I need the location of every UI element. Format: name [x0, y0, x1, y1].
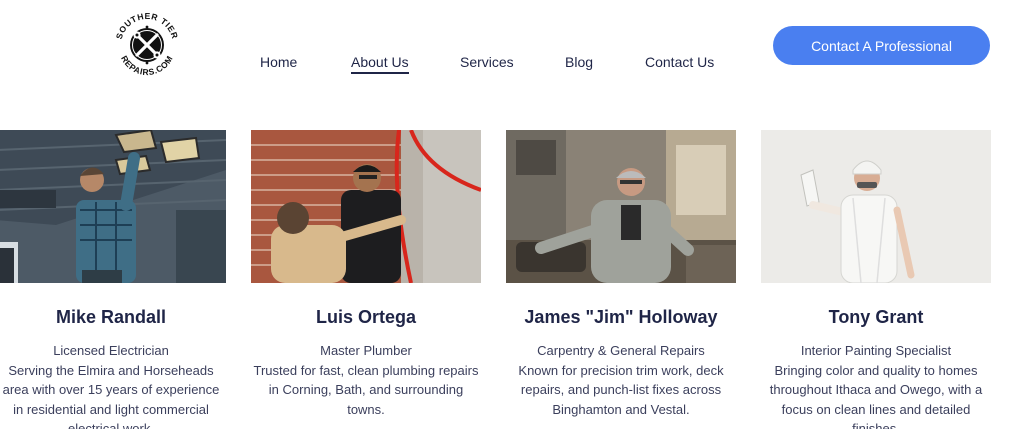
team-card-luis-ortega: Luis Ortega Master Plumber Trusted for f…: [251, 130, 481, 419]
member-role: Master Plumber: [320, 343, 412, 358]
member-name: Mike Randall: [55, 307, 167, 327]
member-name: Luis Ortega: [315, 307, 417, 327]
site-logo[interactable]: SOUTHER TIER REPAIRS.COM: [108, 6, 186, 84]
member-description: Serving the Elmira and Horseheads area w…: [2, 362, 220, 429]
nav-about-us[interactable]: About Us: [351, 54, 409, 74]
logo-emblem: SOUTHER TIER REPAIRS.COM: [114, 11, 180, 77]
member-description: Bringing color and quality to homes thro…: [769, 362, 983, 429]
jim-holloway-photo: [506, 130, 736, 283]
contact-professional-button[interactable]: Contact A Professional: [773, 26, 990, 65]
nav-blog[interactable]: Blog: [565, 54, 593, 70]
nav-home[interactable]: Home: [260, 54, 297, 70]
mike-randall-photo: [0, 130, 226, 283]
member-name: James "Jim" Holloway: [524, 307, 718, 327]
member-role: Carpentry & General Repairs: [537, 343, 705, 358]
member-name: Tony Grant: [828, 307, 924, 327]
team-card-tony-grant: Tony Grant Interior Painting Specialist …: [761, 130, 991, 429]
tony-grant-photo: [761, 130, 991, 283]
nav-contact-us[interactable]: Contact Us: [645, 54, 714, 70]
crossed-wrench-screwdriver-icon: [130, 25, 164, 65]
member-role: Licensed Electrician: [53, 343, 169, 358]
team-card-mike-randall: Mike Randall Licensed Electrician Servin…: [0, 130, 226, 429]
team-card-jim-holloway: James "Jim" Holloway Carpentry & General…: [506, 130, 736, 419]
member-role: Interior Painting Specialist: [800, 343, 952, 358]
nav-services[interactable]: Services: [460, 54, 514, 70]
member-description: Known for precision trim work, deck repa…: [518, 362, 724, 417]
luis-ortega-photo: [251, 130, 481, 283]
member-description: Trusted for fast, clean plumbing repairs…: [253, 362, 479, 417]
